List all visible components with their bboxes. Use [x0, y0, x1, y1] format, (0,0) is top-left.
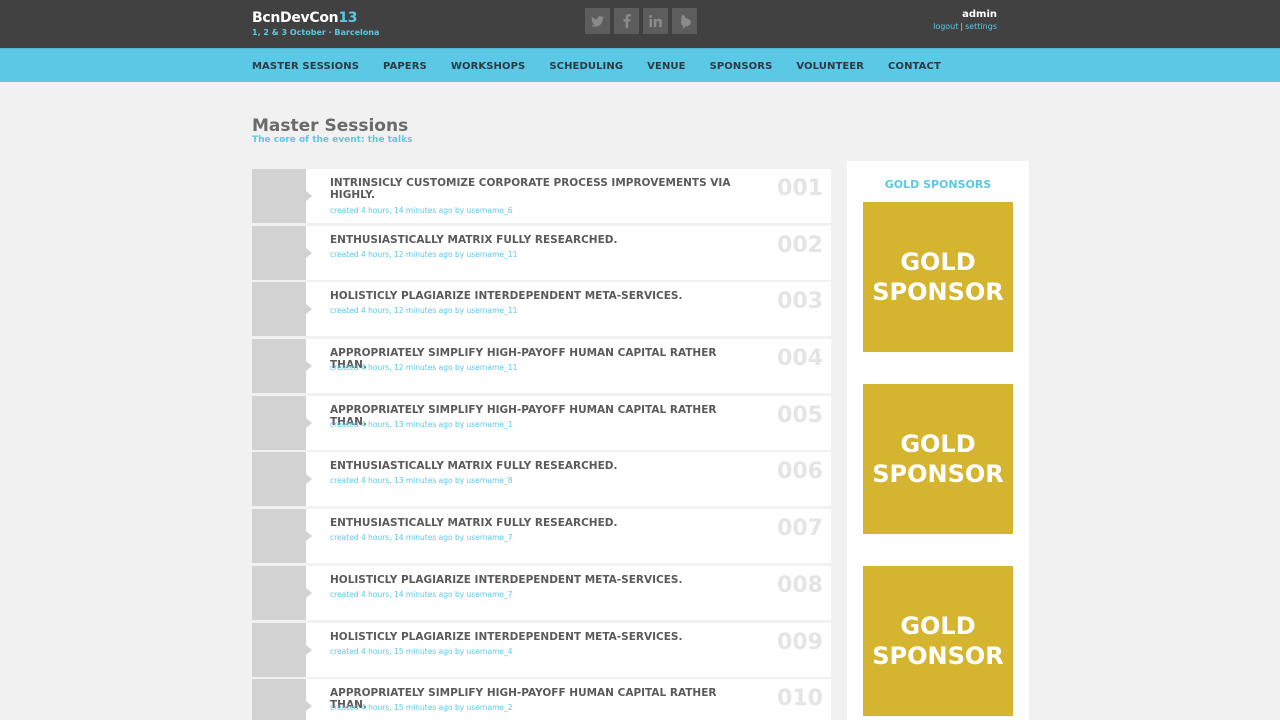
sponsor-text-line1: GOLD: [900, 612, 976, 640]
brand-name-text: BcnDevCon: [252, 10, 339, 26]
brand-subtitle: 1, 2 & 3 October · Barcelona: [252, 28, 380, 37]
session-item[interactable]: ENTHUSIASTICALLY MATRIX FULLY RESEARCHED…: [252, 509, 831, 564]
facebook-icon: [623, 14, 631, 28]
session-item[interactable]: HOLISTICLY PLAGIARIZE INTERDEPENDENT MET…: [252, 565, 831, 620]
session-meta: created 4 hours, 15 minutes ago by usern…: [330, 703, 513, 713]
session-title[interactable]: ENTHUSIASTICALLY MATRIX FULLY RESEARCHED…: [330, 517, 750, 529]
page-title: Master Sessions: [252, 116, 409, 136]
session-number: 010: [777, 686, 823, 712]
page-subtitle: The core of the event: the talks: [252, 135, 413, 145]
session-item[interactable]: HOLISTICLY PLAGIARIZE INTERDEPENDENT MET…: [252, 282, 831, 337]
user-links-separator: |: [960, 22, 964, 31]
username-label: admin: [962, 9, 997, 20]
sponsor-text-line2: SPONSOR: [872, 642, 1004, 670]
session-meta: created 4 hours, 14 minutes ago by usern…: [330, 533, 513, 543]
session-title[interactable]: HOLISTICLY PLAGIARIZE INTERDEPENDENT MET…: [330, 574, 750, 586]
session-thumbnail: [252, 339, 312, 394]
sponsor-text: GOLD SPONSOR: [872, 247, 1004, 307]
session-meta: created 4 hours, 15 minutes ago by usern…: [330, 646, 513, 656]
session-title[interactable]: HOLISTICLY PLAGIARIZE INTERDEPENDENT MET…: [330, 290, 750, 302]
session-title[interactable]: INTRINSICLY CUSTOMIZE CORPORATE PROCESS …: [330, 177, 750, 201]
sponsors-sidebar: GOLD SPONSORS GOLD SPONSOR GOLD SPONSOR GO…: [847, 161, 1029, 720]
session-number: 003: [777, 289, 823, 315]
sponsor-text: GOLD SPONSOR: [872, 611, 1004, 671]
sponsor-text: GOLD SPONSOR: [872, 429, 1004, 489]
nav-papers[interactable]: PAPERS: [383, 61, 427, 72]
gold-sponsor-banner[interactable]: GOLD SPONSOR: [863, 384, 1013, 534]
session-number: 009: [777, 629, 823, 655]
gold-sponsor-banner[interactable]: GOLD SPONSOR: [863, 202, 1013, 352]
facebook-button[interactable]: [614, 8, 639, 34]
session-item[interactable]: APPROPRIATELY SIMPLIFY HIGH-PAYOFF HUMAN…: [252, 339, 831, 394]
logout-link[interactable]: logout: [933, 22, 958, 31]
sponsor-text-line1: GOLD: [900, 430, 976, 458]
session-thumbnail: [252, 509, 312, 564]
session-item[interactable]: APPROPRIATELY SIMPLIFY HIGH-PAYOFF HUMAN…: [252, 679, 831, 720]
session-number: 002: [777, 232, 823, 258]
session-item[interactable]: ENTHUSIASTICALLY MATRIX FULLY RESEARCHED…: [252, 225, 831, 280]
session-item[interactable]: HOLISTICLY PLAGIARIZE INTERDEPENDENT MET…: [252, 622, 831, 677]
session-title[interactable]: ENTHUSIASTICALLY MATRIX FULLY RESEARCHED…: [330, 234, 750, 246]
sponsor-text-line1: GOLD: [900, 248, 976, 276]
session-number: 008: [777, 572, 823, 598]
user-links: logout | settings: [933, 22, 997, 31]
session-number: 007: [777, 516, 823, 542]
session-thumbnail: [252, 225, 312, 280]
session-meta: created 4 hours, 14 minutes ago by usern…: [330, 206, 513, 215]
session-thumbnail: [252, 169, 312, 223]
brand-name: BcnDevCon13: [252, 10, 379, 26]
session-number: 001: [777, 176, 823, 201]
session-thumbnail: [252, 679, 312, 720]
user-menu: admin logout | settings: [933, 9, 997, 31]
sponsor-text-line2: SPONSOR: [872, 460, 1004, 488]
brand-number: 13: [338, 10, 358, 26]
main-navbar: MASTER SESSIONS PAPERS WORKSHOPS SCHEDUL…: [0, 48, 1280, 82]
top-bar: BcnDevCon13 1, 2 & 3 October · Barcelona…: [0, 0, 1280, 48]
session-meta: created 4 hours, 13 minutes ago by usern…: [330, 476, 513, 486]
session-meta: created 4 hours, 14 minutes ago by usern…: [330, 589, 513, 599]
sponsor-text-line2: SPONSOR: [872, 278, 1004, 306]
linkedin-button[interactable]: [643, 8, 668, 34]
session-item[interactable]: INTRINSICLY CUSTOMIZE CORPORATE PROCESS …: [252, 169, 831, 223]
social-links: [585, 8, 697, 34]
nav-sponsors[interactable]: SPONSORS: [710, 61, 773, 72]
session-thumbnail: [252, 395, 312, 450]
session-meta: created 4 hours, 12 minutes ago by usern…: [330, 249, 518, 259]
brand-logo[interactable]: BcnDevCon13 1, 2 & 3 October · Barcelona: [252, 10, 379, 37]
nav-workshops[interactable]: WORKSHOPS: [451, 61, 525, 72]
nav-venue[interactable]: VENUE: [647, 61, 685, 72]
session-number: 005: [777, 402, 823, 428]
main-nav: MASTER SESSIONS PAPERS WORKSHOPS SCHEDUL…: [252, 49, 965, 83]
settings-link[interactable]: settings: [965, 22, 997, 31]
session-title[interactable]: ENTHUSIASTICALLY MATRIX FULLY RESEARCHED…: [330, 460, 750, 472]
session-item[interactable]: APPROPRIATELY SIMPLIFY HIGH-PAYOFF HUMAN…: [252, 395, 831, 450]
nav-scheduling[interactable]: SCHEDULING: [549, 61, 623, 72]
session-thumbnail: [252, 565, 312, 620]
session-list: INTRINSICLY CUSTOMIZE CORPORATE PROCESS …: [252, 169, 831, 720]
bird-icon: [679, 14, 691, 28]
twitter-button[interactable]: [585, 8, 610, 34]
session-item[interactable]: ENTHUSIASTICALLY MATRIX FULLY RESEARCHED…: [252, 452, 831, 507]
bird-button[interactable]: [672, 8, 697, 34]
nav-master-sessions[interactable]: MASTER SESSIONS: [252, 61, 359, 72]
linkedin-icon: [649, 15, 662, 27]
session-meta: created 4 hours, 13 minutes ago by usern…: [330, 419, 513, 429]
nav-contact[interactable]: CONTACT: [888, 61, 941, 72]
nav-volunteer[interactable]: VOLUNTEER: [796, 61, 864, 72]
session-thumbnail: [252, 622, 312, 677]
session-meta: created 4 hours, 12 minutes ago by usern…: [330, 363, 518, 373]
twitter-icon: [591, 15, 604, 27]
session-title[interactable]: HOLISTICLY PLAGIARIZE INTERDEPENDENT MET…: [330, 631, 750, 643]
session-meta: created 4 hours, 12 minutes ago by usern…: [330, 306, 518, 316]
gold-sponsor-banner[interactable]: GOLD SPONSOR: [863, 566, 1013, 716]
session-number: 006: [777, 459, 823, 485]
session-thumbnail: [252, 282, 312, 337]
gold-sponsors-title: GOLD SPONSORS: [884, 178, 992, 191]
session-number: 004: [777, 346, 823, 372]
session-thumbnail: [252, 452, 312, 507]
